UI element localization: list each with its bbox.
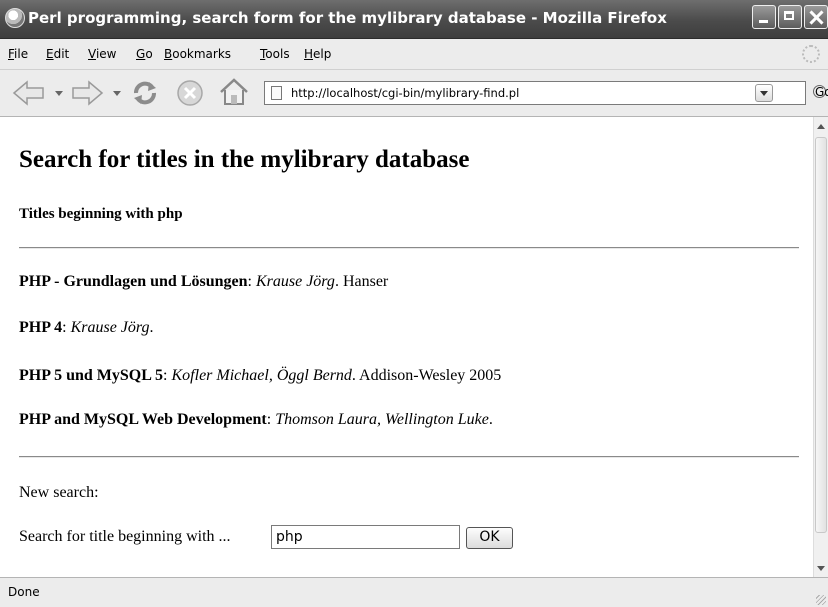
stop-icon[interactable] [176,79,204,107]
result-item: PHP 5 und MySQL 5: Kofler Michael, Öggl … [19,367,502,384]
status-bar: Done [0,577,828,607]
window-title: Perl programming, search form for the my… [28,9,667,27]
navigation-toolbar: http://localhost/cgi-bin/mylibrary-find.… [0,70,828,117]
search-field-label: Search for title beginning with ... [19,528,231,545]
go-label: Go [815,85,828,99]
browser-window: Perl programming, search form for the my… [0,0,828,607]
result-item: PHP - Grundlagen und Lösungen: Krause Jö… [19,273,389,290]
back-arrow-icon[interactable] [12,80,46,106]
status-text: Done [8,585,40,599]
results-subheading: Titles beginning with php [19,206,183,222]
maximize-button[interactable] [778,5,802,29]
search-input[interactable] [271,525,460,549]
scroll-thumb[interactable] [815,137,827,533]
menu-edit[interactable]: Edit [46,47,69,61]
url-bar[interactable]: http://localhost/cgi-bin/mylibrary-find.… [264,81,806,105]
title-bar: Perl programming, search form for the my… [0,0,828,39]
forward-history-dropdown-icon[interactable] [112,88,122,98]
menu-go[interactable]: Go [136,47,153,61]
throbber-icon [802,45,820,63]
forward-arrow-icon[interactable] [70,80,104,106]
menu-file[interactable]: File [8,47,28,61]
page-title: Search for titles in the mylibrary datab… [19,146,470,173]
minimize-button[interactable] [752,5,776,29]
menu-bar: File Edit View Go Bookmarks Tools Help [0,39,828,70]
result-item: PHP and MySQL Web Development: Thomson L… [19,411,493,428]
divider-bottom [19,456,799,458]
menu-view[interactable]: View [88,47,116,61]
back-history-dropdown-icon[interactable] [54,88,64,98]
url-history-dropdown[interactable] [755,84,773,102]
page-content: Search for titles in the mylibrary datab… [0,117,813,577]
result-item: PHP 4: Krause Jörg. [19,319,154,336]
reload-icon[interactable] [130,79,160,107]
menu-help[interactable]: Help [304,47,331,61]
page-icon [271,86,282,100]
close-button[interactable] [804,5,828,29]
home-icon[interactable] [218,77,250,107]
menu-tools[interactable]: Tools [260,47,290,61]
firefox-icon [5,8,25,28]
scroll-down-arrow-icon[interactable] [814,561,828,575]
divider-top [19,247,799,249]
scroll-up-arrow-icon[interactable] [814,119,828,133]
vertical-scrollbar[interactable] [813,117,828,577]
resize-grip-icon[interactable] [816,595,826,605]
menu-bookmarks[interactable]: Bookmarks [164,47,231,61]
ok-button[interactable]: OK [466,527,513,549]
new-search-label: New search: [19,484,99,501]
url-text[interactable]: http://localhost/cgi-bin/mylibrary-find.… [291,86,519,100]
